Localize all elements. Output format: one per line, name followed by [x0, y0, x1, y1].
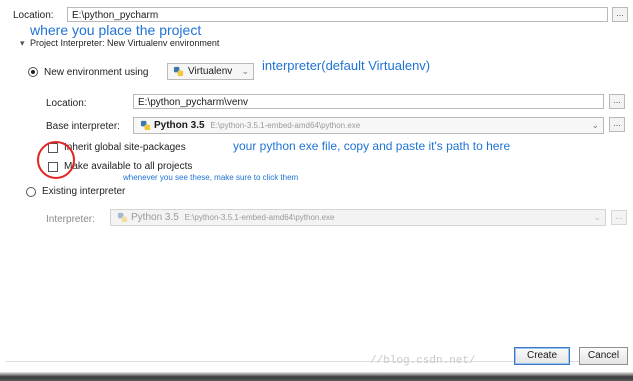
chevron-down-icon: ⌄: [591, 120, 599, 130]
base-interpreter-version: Python 3.5: [154, 120, 205, 131]
location-annotation: where you place the project: [30, 22, 202, 38]
base-interpreter-browse-button[interactable]: ...: [609, 117, 625, 132]
base-interpreter-path: E:\python-3.5.1-embed-amd64\python.exe: [210, 121, 361, 130]
project-location-browse-button[interactable]: ...: [612, 7, 628, 22]
base-interpreter-select[interactable]: Python 3.5 E:\python-3.5.1-embed-amd64\p…: [133, 117, 604, 134]
chevron-down-icon: ⌄: [593, 212, 601, 222]
existing-interpreter-path: E:\python-3.5.1-embed-amd64\python.exe: [184, 213, 335, 222]
existing-interpreter-label: Existing interpreter: [42, 186, 126, 197]
cancel-button[interactable]: Cancel: [579, 347, 628, 365]
checkbox-annotation: whenever you see these, make sure to cli…: [123, 173, 299, 182]
inherit-site-packages-label: Inherit global site-packages: [64, 142, 186, 153]
project-location-field[interactable]: E:\python_pycharm: [67, 7, 608, 22]
exe-path-annotation: your python exe file, copy and paste it'…: [233, 139, 511, 153]
existing-interpreter-radio[interactable]: [26, 187, 36, 197]
new-environment-label: New environment using: [44, 67, 149, 78]
screen-edge-shadow: [0, 372, 633, 381]
venv-location-label: Location:: [46, 98, 87, 109]
make-available-label: Make available to all projects: [64, 161, 193, 172]
environment-tool-select[interactable]: Virtualenv ⌄: [167, 63, 254, 80]
existing-interpreter-browse-button: ...: [611, 210, 627, 225]
watermark: //blog.csdn.net/: [370, 355, 476, 367]
venv-location-browse-button[interactable]: ...: [609, 94, 625, 109]
existing-interpreter-select: Python 3.5 E:\python-3.5.1-embed-amd64\p…: [110, 209, 606, 226]
environment-tool-value: Virtualenv: [188, 66, 233, 77]
new-environment-radio[interactable]: [28, 67, 38, 77]
existing-interpreter-version: Python 3.5: [131, 212, 179, 223]
interpreter-annotation: interpreter(default Virtualenv): [262, 58, 431, 73]
python-icon: [117, 212, 128, 223]
interpreter-section-title[interactable]: Project Interpreter: New Virtualenv envi…: [30, 38, 219, 48]
venv-location-field[interactable]: E:\python_pycharm\venv: [133, 94, 604, 109]
python-icon: [173, 66, 184, 77]
checkbox-highlight-circle: [37, 141, 75, 179]
chevron-down-icon: ⌄: [241, 66, 249, 76]
new-project-dialog: Location: E:\python_pycharm ... where yo…: [0, 0, 633, 381]
create-button[interactable]: Create: [514, 347, 570, 365]
existing-interpreter-field-label: Interpreter:: [46, 214, 95, 225]
base-interpreter-label: Base interpreter:: [46, 121, 120, 132]
section-toggle-icon[interactable]: ▾: [20, 38, 25, 49]
project-location-label: Location:: [13, 10, 54, 21]
python-icon: [140, 120, 151, 131]
